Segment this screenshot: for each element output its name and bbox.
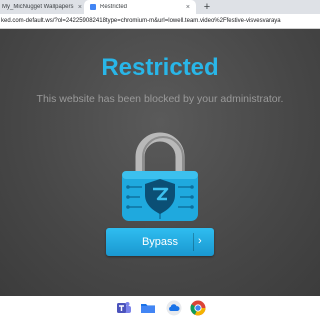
tab-close-button[interactable]: × [186,4,190,11]
bypass-divider [193,233,194,251]
tab-label: Restricted [100,4,128,10]
teams-icon[interactable] [116,300,132,316]
new-tab-button[interactable]: + [200,0,214,14]
chrome-icon[interactable] [190,300,206,316]
cloud-icon[interactable] [166,300,182,316]
blocked-page: Restricted This website has been blocked… [0,29,320,296]
tab-label: My_MicNugget Wallpapers - Wo [2,4,75,10]
files-icon[interactable] [140,300,156,316]
tab-wallpapers[interactable]: My_MicNugget Wallpapers - Wo × [0,0,82,14]
tab-strip: My_MicNugget Wallpapers - Wo × Restricte… [0,0,320,14]
tab-restricted[interactable]: Restricted × [84,0,196,14]
shelf [0,296,320,320]
chevron-right-icon: › [198,235,202,247]
padlock-icon [122,132,198,221]
page-title: Restricted [101,54,219,81]
favicon-icon [90,4,96,10]
tab-close-button[interactable]: × [78,4,82,11]
url-text[interactable]: ked.com-default.ws/?ol=242259082418type=… [0,18,281,24]
bypass-button[interactable]: Bypass › [106,228,214,256]
address-bar[interactable]: ked.com-default.ws/?ol=242259082418type=… [0,14,320,29]
page-subtitle: This website has been blocked by your ad… [36,93,284,105]
